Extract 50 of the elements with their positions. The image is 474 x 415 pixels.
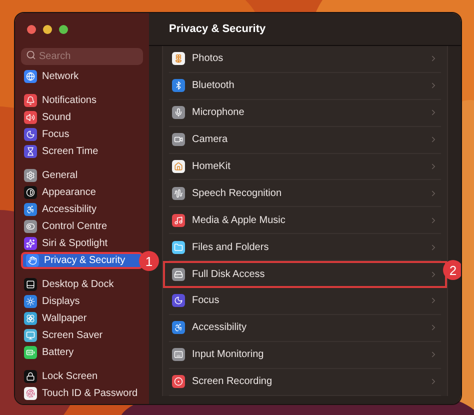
list-row[interactable]: Media & Apple Music [169,207,441,234]
search-icon [26,50,36,60]
chevron-icon [429,377,438,386]
window-title: Privacy & Security [169,22,266,37]
list-row[interactable]: Camera [169,126,441,154]
chevron-icon [429,323,438,332]
sidebar-item[interactable]: Appearance [21,184,143,201]
search-field[interactable]: Search [21,48,143,65]
list-row[interactable]: Bluetooth [169,72,441,100]
sidebar-item[interactable]: Displays [21,293,143,310]
zoom-button[interactable] [59,25,68,34]
sidebar-item[interactable]: Desktop & Dock [21,276,143,293]
chevron-icon [429,350,438,360]
sidebar-item[interactable]: Control Centre [21,218,143,235]
chevron-icon [429,296,438,306]
sidebar-item[interactable]: Sound [21,109,143,126]
list-row[interactable]: Files and Folders [169,234,441,262]
sidebar-item[interactable]: Battery [21,344,143,361]
sidebar-item[interactable]: General [21,167,143,184]
chevron-icon [429,270,438,280]
sidebar-item[interactable]: Siri & Spotlight [21,235,143,252]
sidebar-item[interactable]: Wallpaper [21,310,143,327]
sidebar-item[interactable]: Screen Saver [21,327,143,344]
minimize-button[interactable] [43,25,52,34]
list-row[interactable]: Photos [169,46,441,73]
list-row[interactable]: Microphone [169,100,441,127]
list-row[interactable]: Focus [169,288,441,315]
sidebar-item[interactable]: Touch ID & Password [21,385,143,402]
chevron-icon [429,81,438,90]
list-row[interactable]: Input Monitoring [169,342,441,369]
chevron-icon [429,135,438,144]
list-row[interactable]: Accessibility [169,314,441,342]
chevron-icon [429,162,438,171]
sidebar-item[interactable]: Notifications [21,92,143,109]
sidebar-item[interactable]: Lock Screen [21,368,143,385]
chevron-icon [429,188,438,198]
list-row[interactable]: Speech Recognition [169,180,441,208]
chevron-icon [429,108,438,118]
callout-badge: 2 [443,260,461,280]
sidebar-item[interactable]: Network [21,68,143,85]
chevron-icon [429,216,438,225]
close-button[interactable] [27,25,36,34]
sidebar-item[interactable]: Accessibility [21,201,143,218]
list-row[interactable]: HomeKit [169,154,441,180]
chevron-icon [429,242,438,252]
list-row[interactable]: Screen Recording [169,368,441,396]
sidebar-item[interactable]: Privacy & Security [21,252,143,269]
sidebar-item[interactable]: Screen Time [21,143,143,160]
sidebar-item[interactable]: Focus [21,126,143,143]
chevron-icon [429,54,438,64]
